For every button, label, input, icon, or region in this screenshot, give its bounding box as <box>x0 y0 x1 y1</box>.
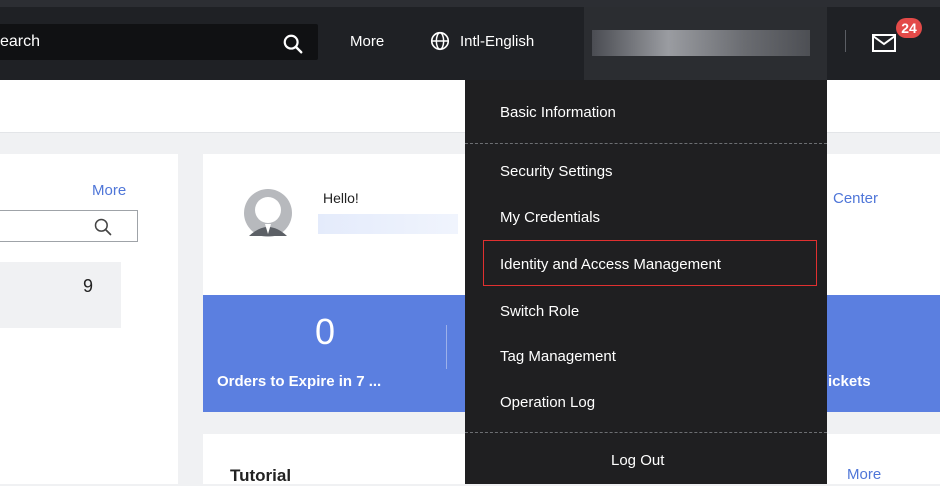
stat-divider <box>446 325 447 369</box>
menu-divider <box>465 432 827 433</box>
orders-count[interactable]: 0 <box>315 311 335 353</box>
account-name-redacted <box>592 30 810 56</box>
tutorial-more-link[interactable]: More <box>847 466 881 483</box>
account-menu-trigger[interactable] <box>584 7 827 80</box>
left-search-input[interactable] <box>0 210 138 242</box>
stat-value: 9 <box>83 276 94 296</box>
greeting-text: Hello! <box>323 190 359 206</box>
menu-divider <box>465 143 827 144</box>
center-link[interactable]: Center <box>833 190 878 207</box>
left-more-link[interactable]: More <box>92 182 126 199</box>
left-panel: More 9 <box>0 154 178 484</box>
more-menu-link[interactable]: More <box>350 33 384 50</box>
tutorial-title: Tutorial <box>230 466 292 485</box>
menu-item-tag-management[interactable]: Tag Management <box>500 348 616 365</box>
orders-label[interactable]: Orders to Expire in 7 ... <box>217 373 381 390</box>
menu-item-security-settings[interactable]: Security Settings <box>500 163 613 180</box>
menu-item-switch-role[interactable]: Switch Role <box>500 303 579 320</box>
menu-item-log-out[interactable]: Log Out <box>611 452 664 469</box>
notification-badge: 24 <box>896 18 922 38</box>
search-box[interactable]: earch <box>0 24 318 60</box>
language-selector[interactable]: Intl-English <box>460 33 534 50</box>
mail-icon[interactable] <box>870 30 900 54</box>
top-edge <box>0 0 940 7</box>
menu-item-identity-access-management[interactable]: Identity and Access Management <box>500 256 721 273</box>
search-icon[interactable] <box>93 217 113 237</box>
menu-item-my-credentials[interactable]: My Credentials <box>500 209 600 226</box>
search-icon[interactable] <box>282 33 304 55</box>
globe-icon[interactable] <box>429 30 451 52</box>
search-input-text[interactable]: earch <box>0 33 40 51</box>
header-divider <box>845 30 846 52</box>
menu-item-operation-log[interactable]: Operation Log <box>500 394 595 411</box>
stat-tile[interactable]: 9 <box>0 262 121 328</box>
account-id-masked <box>318 214 458 234</box>
account-dropdown-menu: Basic Information Security Settings My C… <box>465 80 827 484</box>
avatar-icon <box>244 189 292 237</box>
tickets-label[interactable]: ickets <box>828 373 871 390</box>
menu-item-basic-information[interactable]: Basic Information <box>500 104 616 121</box>
top-navigation-bar: earch More Intl-English 24 <box>0 0 940 80</box>
